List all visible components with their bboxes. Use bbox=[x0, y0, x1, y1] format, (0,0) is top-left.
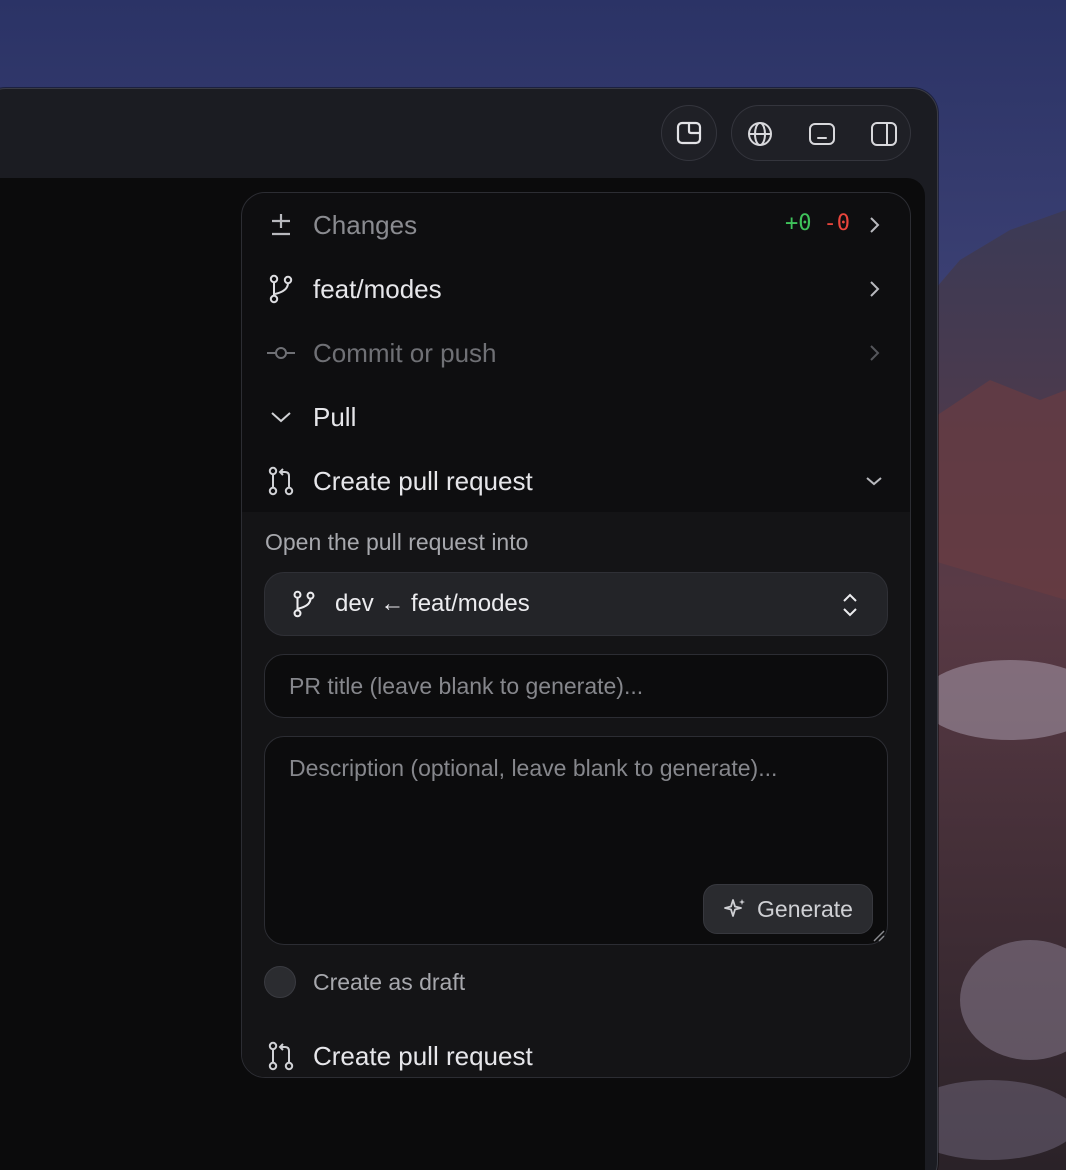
pr-description-field: Generate bbox=[264, 736, 888, 945]
create-pr-header-row[interactable]: Create pull request bbox=[242, 449, 910, 513]
create-pr-header-label: Create pull request bbox=[313, 465, 533, 496]
globe-icon bbox=[748, 122, 772, 146]
pull-label: Pull bbox=[313, 401, 357, 432]
draft-label: Create as draft bbox=[313, 968, 466, 995]
git-branch-icon bbox=[266, 274, 296, 304]
pull-request-icon bbox=[266, 1041, 296, 1071]
terminal-toggle-button[interactable] bbox=[794, 106, 850, 162]
resize-grip-icon[interactable] bbox=[871, 928, 885, 942]
pull-row[interactable]: Pull bbox=[242, 385, 910, 449]
sidebar-right-icon bbox=[871, 122, 897, 146]
panel-layout-icon bbox=[676, 121, 702, 145]
git-commit-icon bbox=[266, 338, 296, 368]
changes-row[interactable]: Changes +0 -0 bbox=[242, 193, 910, 257]
pr-title-input[interactable] bbox=[264, 654, 888, 718]
target-branch-label: Open the pull request into bbox=[265, 529, 529, 555]
plus-minus-icon bbox=[266, 210, 296, 240]
create-pr-form: Open the pull request into dev ← feat/mo… bbox=[242, 512, 910, 1077]
draft-option[interactable]: Create as draft bbox=[264, 965, 465, 999]
generate-label: Generate bbox=[757, 895, 853, 922]
target-branch-value: dev ← feat/modes bbox=[335, 590, 530, 617]
draft-checkbox[interactable] bbox=[264, 966, 296, 998]
chevron-down-icon bbox=[266, 402, 296, 432]
browser-button[interactable] bbox=[732, 106, 788, 162]
chevron-right-icon bbox=[860, 339, 888, 367]
generate-button[interactable]: Generate bbox=[703, 884, 873, 934]
chevron-down-icon bbox=[860, 467, 888, 495]
commit-label: Commit or push bbox=[313, 337, 497, 368]
terminal-panel-icon bbox=[809, 123, 835, 145]
git-branch-icon bbox=[290, 590, 318, 618]
chevron-right-icon bbox=[860, 211, 888, 239]
commit-row[interactable]: Commit or push bbox=[242, 321, 910, 385]
branch-label: feat/modes bbox=[313, 273, 442, 304]
chevron-up-down-icon bbox=[837, 591, 863, 619]
changes-label: Changes bbox=[313, 209, 418, 240]
chevron-right-icon bbox=[860, 275, 888, 303]
branch-row[interactable]: feat/modes bbox=[242, 257, 910, 321]
pull-request-icon bbox=[266, 466, 296, 496]
change-counts: +0 -0 bbox=[785, 211, 850, 236]
create-pr-label: Create pull request bbox=[313, 1040, 533, 1071]
additions-count: +0 bbox=[785, 211, 812, 236]
target-branch-select[interactable]: dev ← feat/modes bbox=[264, 572, 888, 636]
panel-layout-button[interactable] bbox=[661, 105, 717, 161]
toolbar-button-group bbox=[731, 105, 911, 161]
create-pr-button[interactable]: Create pull request bbox=[266, 1034, 533, 1077]
deletions-count: -0 bbox=[823, 211, 851, 236]
sidebar-toggle-button[interactable] bbox=[856, 106, 912, 162]
sparkles-icon bbox=[724, 899, 746, 917]
git-panel: Changes +0 -0 feat/modes Commit or push … bbox=[241, 192, 911, 1078]
